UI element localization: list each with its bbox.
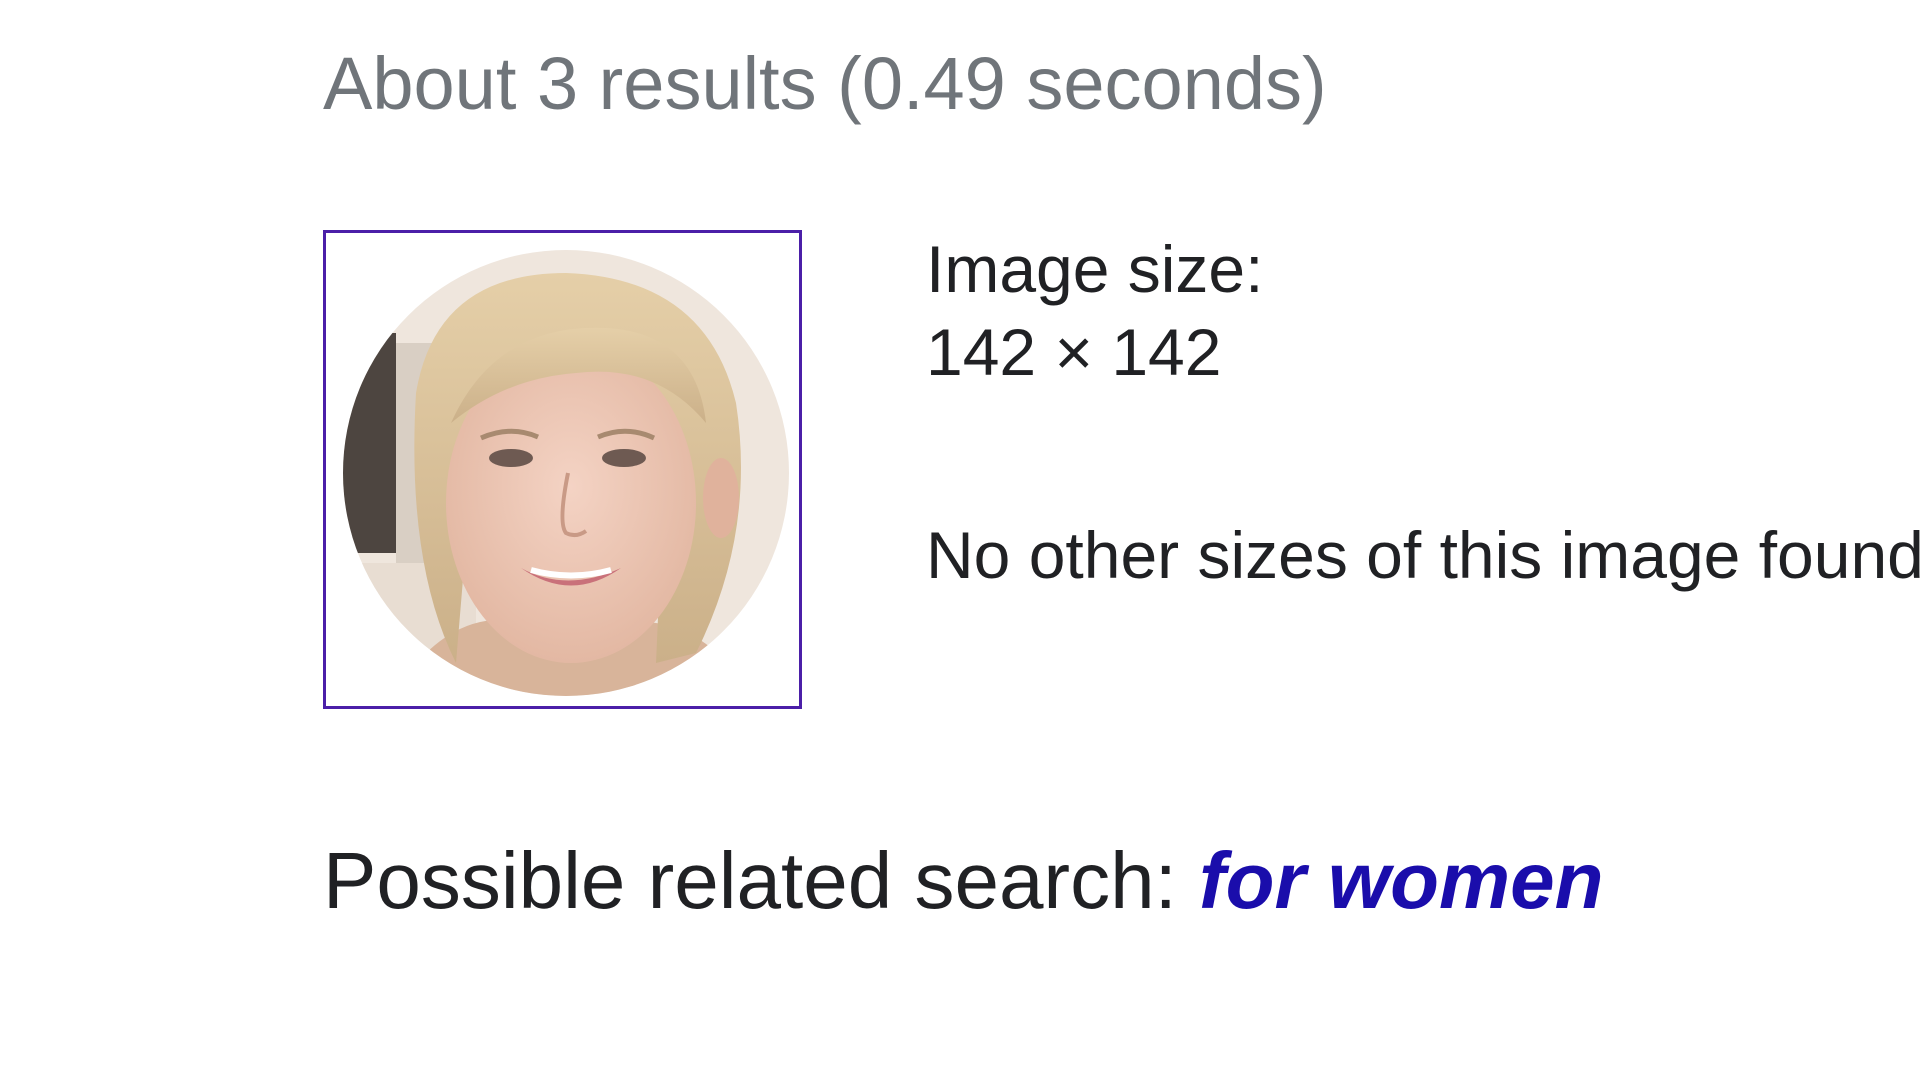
image-size-label: Image size: [926, 232, 1264, 306]
image-size-value: 142 × 142 [926, 315, 1222, 389]
related-search: Possible related search: for women [323, 831, 1603, 931]
result-stats: About 3 results (0.49 seconds) [323, 42, 1327, 125]
related-search-prefix: Possible related search: [323, 836, 1200, 925]
no-other-sizes-text: No other sizes of this image found. [926, 518, 1920, 592]
face-photo [343, 250, 789, 696]
related-search-link[interactable]: for women [1199, 836, 1603, 925]
query-image-thumbnail[interactable] [323, 230, 802, 709]
